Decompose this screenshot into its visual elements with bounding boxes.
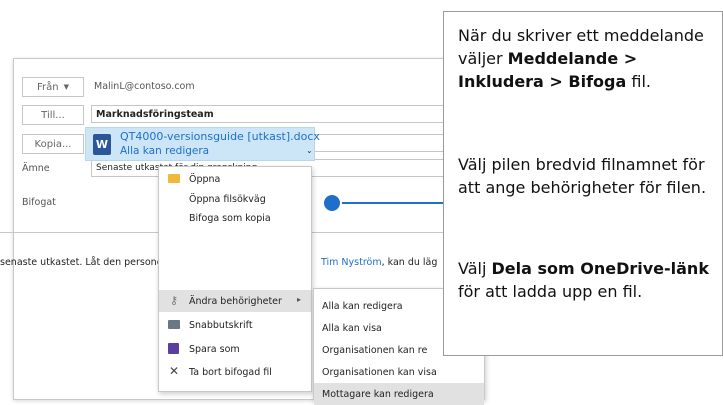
- chevron-down-icon[interactable]: ⌄: [306, 146, 313, 155]
- save-icon: [168, 343, 179, 354]
- from-value: MalinL@contoso.com: [94, 81, 195, 92]
- body-mention: Tim Nyström: [321, 257, 382, 268]
- menu-item-change-permissions[interactable]: ⚷ Ändra behörigheter ▸: [159, 290, 311, 312]
- subject-label: Ämne: [22, 163, 50, 174]
- callout-step-2: Välj pilen bredvid filnamnet för att ang…: [458, 155, 707, 197]
- menu-item-open[interactable]: Öppna: [159, 168, 311, 190]
- menu-item-attach-copy[interactable]: Bifoga som kopia: [159, 207, 311, 229]
- menu-item-label: Öppna filsökväg: [189, 193, 266, 205]
- from-button-label: Från: [37, 81, 59, 93]
- message-body[interactable]: senaste utkastet. Låt den personer: [0, 257, 166, 268]
- menu-item-label: Snabbutskrift: [189, 319, 253, 331]
- callout-step-3-end: för att ladda upp en fil.: [458, 282, 643, 301]
- callout-step-3: Välj Dela som OneDrive-länk för att ladd…: [458, 257, 718, 303]
- attachment-name: QT4000-versionsguide [utkast].docx: [120, 130, 320, 143]
- key-icon: ⚷: [170, 294, 179, 307]
- submenu-item-org-view[interactable]: Organisationen kan visa: [314, 361, 484, 383]
- callout-step-3-bold: Dela som OneDrive-länk: [491, 259, 709, 278]
- menu-item-label: Ta bort bifogad fil: [189, 366, 272, 378]
- body-text-start: senaste utkastet. Låt den personer: [0, 257, 167, 268]
- attached-label: Bifogat: [22, 197, 56, 208]
- attachment-permission: Alla kan redigera: [120, 145, 210, 157]
- to-value: Marknadsföringsteam: [96, 108, 214, 120]
- body-text-end: , kan du läg: [381, 257, 438, 268]
- menu-item-label: Spara som: [189, 343, 240, 355]
- word-file-icon: W: [93, 134, 111, 155]
- callout-step-3-text: Välj: [458, 259, 492, 278]
- attachment-chip[interactable]: W QT4000-versionsguide [utkast].docx All…: [85, 127, 320, 161]
- printer-icon: [168, 320, 180, 329]
- callout-step-1-end: fil.: [626, 72, 651, 91]
- submenu-item-recipients-edit[interactable]: Mottagare kan redigera: [314, 383, 484, 405]
- close-icon: ✕: [169, 364, 180, 378]
- menu-item-quick-print[interactable]: Snabbutskrift: [159, 314, 311, 336]
- menu-item-label: Öppna: [189, 173, 221, 185]
- message-body-right[interactable]: Tim Nyström, kan du läg: [321, 257, 437, 268]
- callout-step-1: När du skriver ett meddelande väljer Med…: [458, 24, 718, 93]
- menu-item-remove-attachment[interactable]: ✕ Ta bort bifogad fil: [159, 361, 311, 383]
- attachment-context-menu: Öppna Öppna filsökväg Bifoga som kopia ⚷…: [158, 166, 312, 392]
- folder-icon: [168, 174, 180, 183]
- callout-marker: [322, 193, 342, 213]
- to-button[interactable]: Till...: [22, 105, 84, 125]
- connector-line: [340, 202, 443, 204]
- from-button[interactable]: Från ▼: [22, 77, 84, 97]
- menu-item-label: Ändra behörigheter: [189, 295, 282, 307]
- chevron-down-icon: ▼: [63, 83, 69, 91]
- to-field[interactable]: Marknadsföringsteam: [91, 105, 451, 123]
- menu-item-save-as[interactable]: Spara som: [159, 338, 311, 360]
- cc-button[interactable]: Kopia...: [22, 134, 84, 154]
- instruction-callout: När du skriver ett meddelande väljer Med…: [443, 11, 723, 356]
- menu-item-label: Bifoga som kopia: [189, 212, 271, 224]
- chevron-right-icon: ▸: [297, 295, 302, 304]
